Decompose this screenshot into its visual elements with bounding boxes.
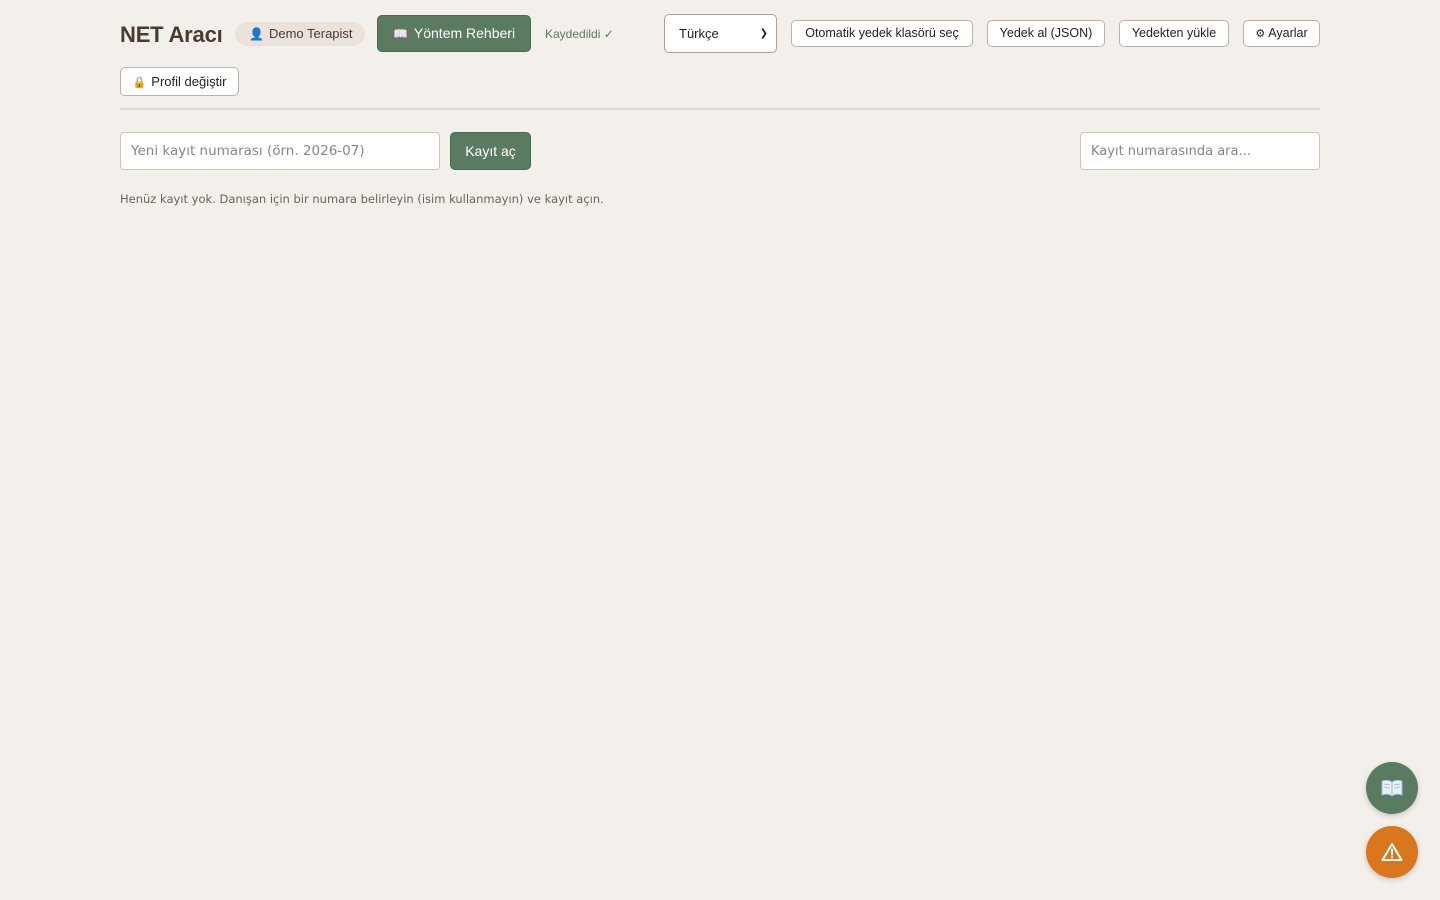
floating-alert-button[interactable] bbox=[1366, 826, 1418, 878]
change-profile-button[interactable]: 🔒 Profil değiştir bbox=[120, 67, 239, 96]
user-badge: 👤 Demo Terapist bbox=[235, 22, 365, 46]
person-icon: 👤 bbox=[249, 27, 264, 41]
method-guide-button[interactable]: 📖 Yöntem Rehberi bbox=[377, 15, 531, 52]
warning-icon bbox=[1381, 843, 1403, 861]
settings-button[interactable]: ⚙ Ayarlar bbox=[1243, 20, 1320, 47]
lock-icon: 🔒 bbox=[132, 77, 147, 89]
backup-json-button[interactable]: Yedek al (JSON) bbox=[987, 20, 1105, 47]
change-profile-label: Profil değiştir bbox=[151, 74, 227, 89]
open-record-button[interactable]: Kayıt aç bbox=[450, 132, 531, 170]
language-select[interactable]: Türkçe ❯ bbox=[664, 14, 777, 53]
main-container: NET Aracı 👤 Demo Terapist 📖 Yöntem Rehberi… bbox=[120, 0, 1320, 206]
book-icon bbox=[1381, 779, 1403, 797]
user-name: Demo Terapist bbox=[268, 26, 353, 41]
settings-label: Ayarlar bbox=[1268, 26, 1308, 40]
language-selected: Türkçe bbox=[679, 26, 719, 41]
new-record-input[interactable] bbox=[120, 132, 440, 170]
method-guide-label: Yöntem Rehberi bbox=[413, 25, 516, 41]
app-title: NET Aracı bbox=[120, 22, 223, 47]
save-status: Kaydedildi ✓ bbox=[545, 27, 614, 41]
book-icon: 📖 bbox=[392, 27, 408, 41]
restore-backup-button[interactable]: Yedekten yükle bbox=[1119, 20, 1229, 47]
chevron-down-icon: ❯ bbox=[759, 28, 768, 39]
empty-records-message: Henüz kayıt yok. Danışan için bir numara… bbox=[120, 192, 604, 206]
top-toolbar: NET Aracı 👤 Demo Terapist 📖 Yöntem Rehberi… bbox=[120, 0, 1320, 110]
record-search-input[interactable] bbox=[1080, 132, 1320, 170]
gear-icon: ⚙ bbox=[1255, 28, 1266, 40]
auto-backup-folder-button[interactable]: Otomatik yedek klasörü seç bbox=[791, 20, 973, 47]
floating-guide-button[interactable] bbox=[1366, 762, 1418, 814]
